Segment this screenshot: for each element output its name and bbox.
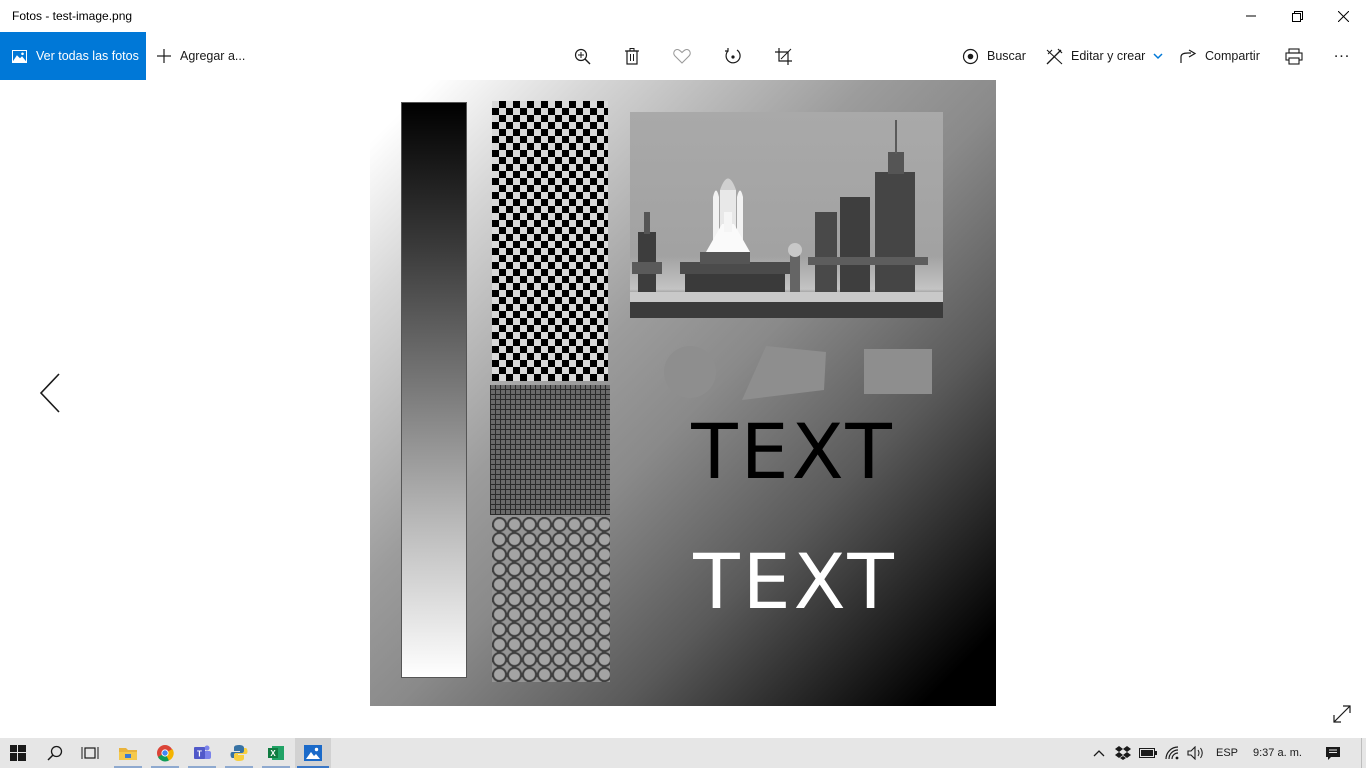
teams-taskbar-button[interactable]: T [184, 738, 220, 768]
taskbar-clock[interactable]: 9:37 a. m. [1253, 738, 1302, 768]
plus-icon [157, 49, 171, 63]
minimize-button[interactable] [1228, 0, 1274, 32]
rotate-icon [725, 48, 741, 64]
zoom-in-icon [574, 48, 590, 64]
more-options-button[interactable]: ... [1322, 32, 1362, 80]
chevron-left-icon [39, 373, 60, 413]
search-label: Buscar [987, 49, 1026, 63]
shuttle-launchpad-illustration [630, 120, 943, 318]
window-title: Fotos - test-image.png [12, 9, 133, 23]
notifications-icon [1326, 746, 1340, 760]
python-icon [230, 745, 248, 761]
photos-icon [304, 745, 322, 761]
edit-create-label: Editar y crear [1071, 49, 1146, 63]
visual-search-icon [962, 48, 979, 64]
battery-tray-icon[interactable] [1135, 738, 1161, 768]
trash-icon [625, 47, 639, 65]
search-button[interactable]: Buscar [962, 32, 1026, 80]
view-all-photos-label: Ver todas las fotos [36, 49, 139, 63]
show-desktop-button[interactable] [1361, 738, 1366, 768]
battery-icon [1139, 748, 1157, 758]
restore-icon [1291, 10, 1303, 22]
windows-taskbar: T X ESP 9:37 a. m. [0, 738, 1366, 768]
black-text-sample: TEXT [691, 407, 895, 496]
show-hidden-icons-button[interactable] [1086, 738, 1112, 768]
command-bar: Ver todas las fotos Agregar a... Buscar … [0, 32, 1366, 80]
title-bar: Fotos - test-image.png [0, 0, 1366, 32]
photo-gallery-icon [12, 49, 27, 63]
previous-photo-button[interactable] [30, 370, 70, 416]
svg-text:X: X [270, 749, 276, 758]
grayscale-gradient-bar [401, 102, 467, 678]
action-center-button[interactable] [1316, 738, 1350, 768]
chrome-taskbar-button[interactable] [147, 738, 183, 768]
volume-tray-icon[interactable] [1183, 738, 1209, 768]
search-icon [47, 745, 63, 761]
favorite-button[interactable] [662, 32, 702, 80]
task-view-icon [81, 747, 99, 759]
chevron-up-icon [1093, 750, 1105, 757]
python-taskbar-button[interactable] [221, 738, 257, 768]
share-label: Compartir [1205, 49, 1260, 63]
file-explorer-taskbar-button[interactable] [110, 738, 146, 768]
dropbox-icon [1115, 746, 1131, 760]
close-icon [1337, 10, 1349, 22]
checkerboard-pattern [492, 101, 608, 381]
zoom-button[interactable] [562, 32, 602, 80]
minimize-icon [1246, 15, 1256, 17]
delete-button[interactable] [612, 32, 652, 80]
view-all-photos-button[interactable]: Ver todas las fotos [0, 32, 146, 80]
expand-icon [1333, 705, 1351, 723]
cell-texture-pattern [492, 517, 610, 682]
chevron-down-icon [1153, 52, 1163, 59]
photo-viewer: TEXT TEXT [0, 80, 1366, 738]
svg-text:T: T [197, 750, 202, 759]
chrome-icon [157, 745, 174, 762]
edit-create-icon [1046, 48, 1063, 64]
input-language-indicator[interactable]: ESP [1216, 738, 1238, 768]
edit-create-button[interactable]: Editar y crear [1046, 32, 1163, 80]
restore-button[interactable] [1274, 0, 1320, 32]
heart-icon [673, 49, 691, 64]
wifi-icon [1165, 746, 1179, 760]
gray-rectangle-shape [864, 349, 932, 394]
rotate-button[interactable] [713, 32, 753, 80]
excel-taskbar-button[interactable]: X [258, 738, 294, 768]
excel-icon: X [268, 746, 284, 760]
crop-icon [774, 47, 792, 65]
add-to-button[interactable]: Agregar a... [156, 32, 245, 80]
shuttle-launchpad-photo [630, 112, 943, 318]
file-explorer-icon [119, 748, 137, 760]
dropbox-tray-icon[interactable] [1110, 738, 1136, 768]
close-button[interactable] [1320, 0, 1366, 32]
task-view-button[interactable] [72, 738, 108, 768]
add-to-label: Agregar a... [180, 49, 246, 63]
volume-icon [1187, 746, 1203, 760]
fine-grid-pattern [490, 385, 610, 515]
gray-quadrilateral-shape [742, 346, 826, 400]
print-button[interactable] [1274, 32, 1314, 80]
print-icon [1285, 47, 1303, 65]
gray-circle-shape [664, 346, 716, 398]
displayed-test-image: TEXT TEXT [370, 80, 996, 706]
windows-start-icon [10, 745, 26, 761]
white-text-sample: TEXT [693, 537, 897, 626]
teams-icon: T [194, 745, 211, 759]
crop-button[interactable] [763, 32, 803, 80]
start-button[interactable] [0, 738, 36, 768]
full-screen-button[interactable] [1326, 698, 1358, 730]
photos-taskbar-button[interactable] [295, 738, 331, 768]
share-icon [1180, 48, 1197, 63]
share-button[interactable]: Compartir [1180, 32, 1260, 80]
more-options-label: ... [1333, 44, 1351, 61]
taskbar-search-button[interactable] [37, 738, 73, 768]
photos-app-window: Fotos - test-image.png Ver todas las fot… [0, 0, 1366, 768]
